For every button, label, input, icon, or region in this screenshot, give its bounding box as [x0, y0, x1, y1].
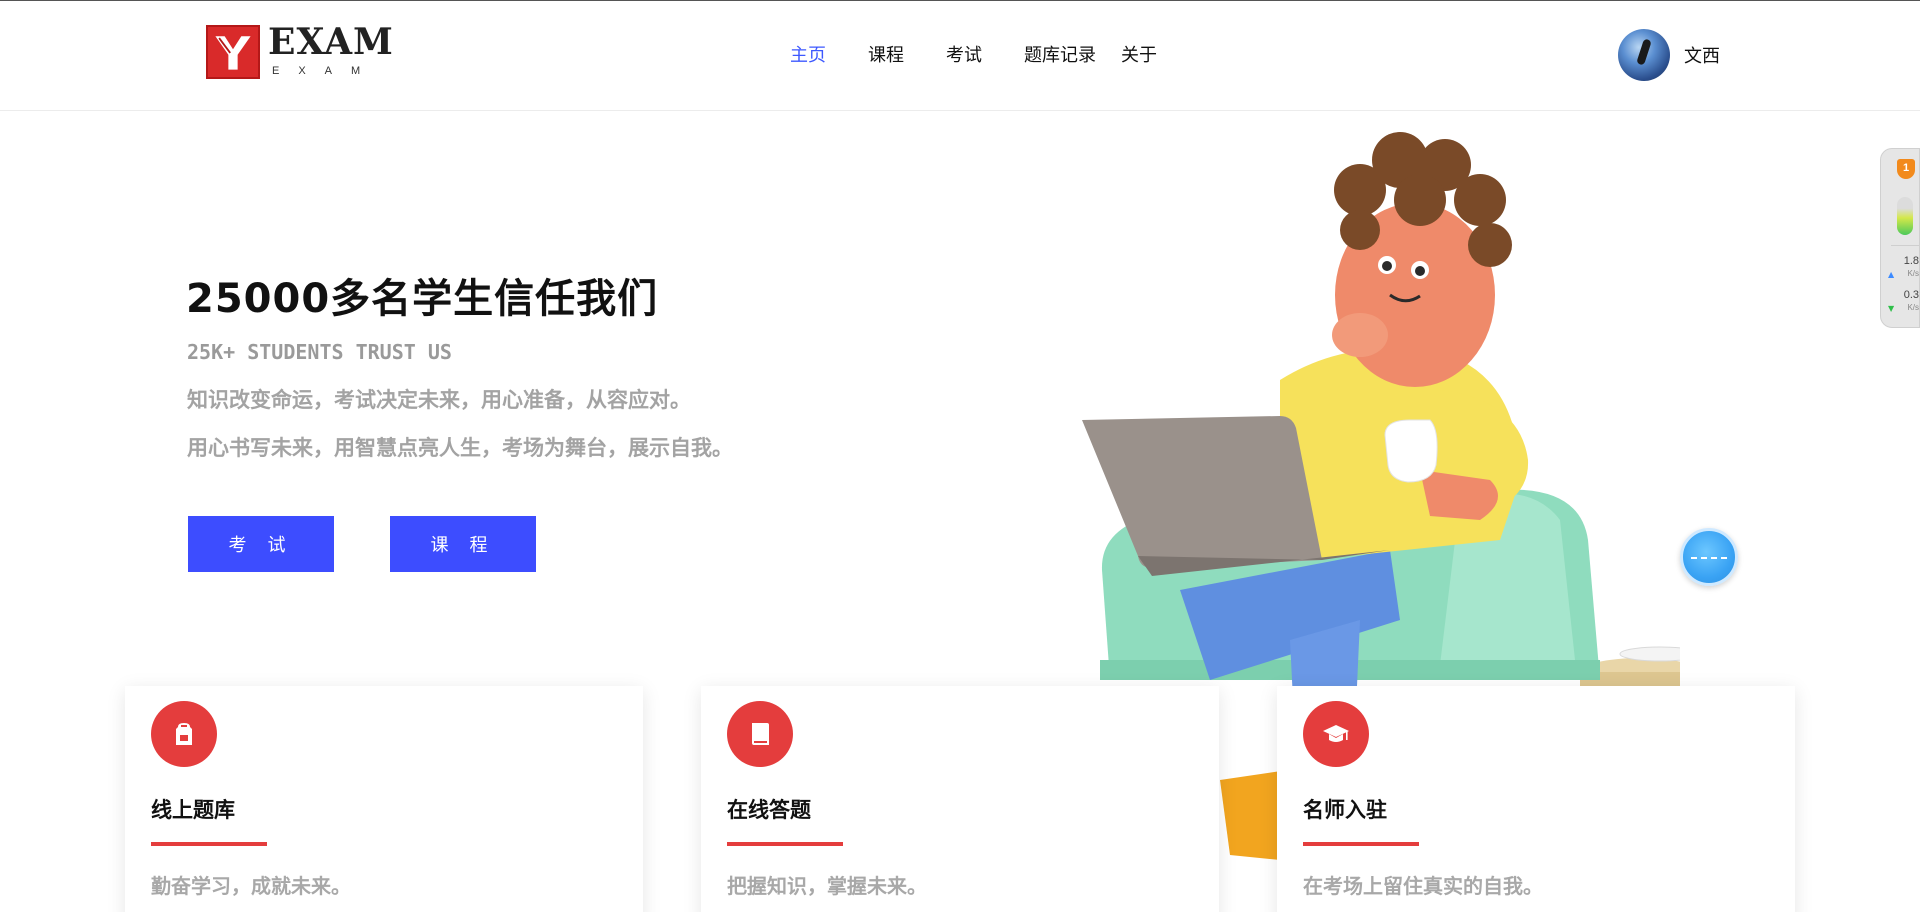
course-button[interactable]: 课 程 — [390, 516, 536, 572]
feature-title: 在线答题 — [727, 798, 811, 822]
feature-title: 线上题库 — [151, 798, 235, 822]
feature-card-question-bank[interactable]: 线上题库 勤奋学习，成就未来。 — [125, 686, 643, 912]
nav-item-home[interactable]: 主页 — [790, 41, 826, 71]
site-header: EXAM EXAM 主页 课程 考试 题库记录 关于 文西 — [0, 1, 1920, 111]
book-icon — [727, 701, 793, 767]
main-nav: 主页 课程 考试 题库记录 关于 — [790, 41, 1157, 71]
feature-card-online-quiz[interactable]: 在线答题 把握知识，掌握未来。 — [701, 686, 1219, 912]
site-logo[interactable]: EXAM EXAM — [206, 21, 393, 81]
graduation-cap-icon — [1303, 701, 1369, 767]
avatar[interactable] — [1618, 29, 1670, 81]
feature-card-famous-teachers[interactable]: 名师入驻 在考场上留住真实的自我。 — [1277, 686, 1795, 912]
upload-unit: K/s — [1907, 269, 1919, 278]
widget-divider — [1891, 245, 1919, 246]
logo-wordmark: EXAM — [268, 21, 394, 63]
feature-divider — [151, 842, 267, 846]
exam-button[interactable]: 考 试 — [188, 516, 334, 572]
nav-item-about[interactable]: 关于 — [1121, 41, 1157, 71]
download-speed: 0.3 — [1903, 289, 1919, 301]
backpack-icon — [151, 701, 217, 767]
feature-description: 勤奋学习，成就未来。 — [151, 874, 351, 898]
download-unit: K/s — [1907, 303, 1919, 312]
hero-subtitle: 25K+ STUDENTS TRUST US — [187, 340, 452, 364]
feature-description: 把握知识，掌握未来。 — [727, 874, 927, 898]
nav-item-courses[interactable]: 课程 — [868, 41, 904, 71]
hero-title: 25000多名学生信任我们 — [186, 276, 659, 322]
logo-mark-icon — [206, 25, 260, 79]
user-menu[interactable]: 文西 — [1618, 29, 1720, 81]
memory-meter — [1897, 197, 1913, 235]
user-name[interactable]: 文西 — [1684, 42, 1720, 68]
network-speed-widget[interactable]: 1 1.8 ▲ K/s 0.3 ▼ K/s — [1880, 148, 1920, 328]
nav-item-question-records[interactable]: 题库记录 — [1024, 41, 1096, 71]
hero-tagline-2: 用心书写未来，用智慧点亮人生，考场为舞台，展示自我。 — [187, 436, 733, 460]
feature-title: 名师入驻 — [1303, 798, 1387, 822]
feature-divider — [727, 842, 843, 846]
hero-tagline-1: 知识改变命运，考试决定未来，用心准备，从容应对。 — [187, 388, 691, 412]
floating-assistant-button[interactable] — [1680, 528, 1738, 586]
logo-subtext: EXAM — [272, 65, 380, 77]
feature-divider — [1303, 842, 1419, 846]
feature-description: 在考场上留住真实的自我。 — [1303, 874, 1543, 898]
nav-item-exams[interactable]: 考试 — [946, 41, 982, 71]
upload-speed: 1.8 — [1903, 255, 1919, 267]
shield-badge-icon: 1 — [1897, 159, 1915, 179]
